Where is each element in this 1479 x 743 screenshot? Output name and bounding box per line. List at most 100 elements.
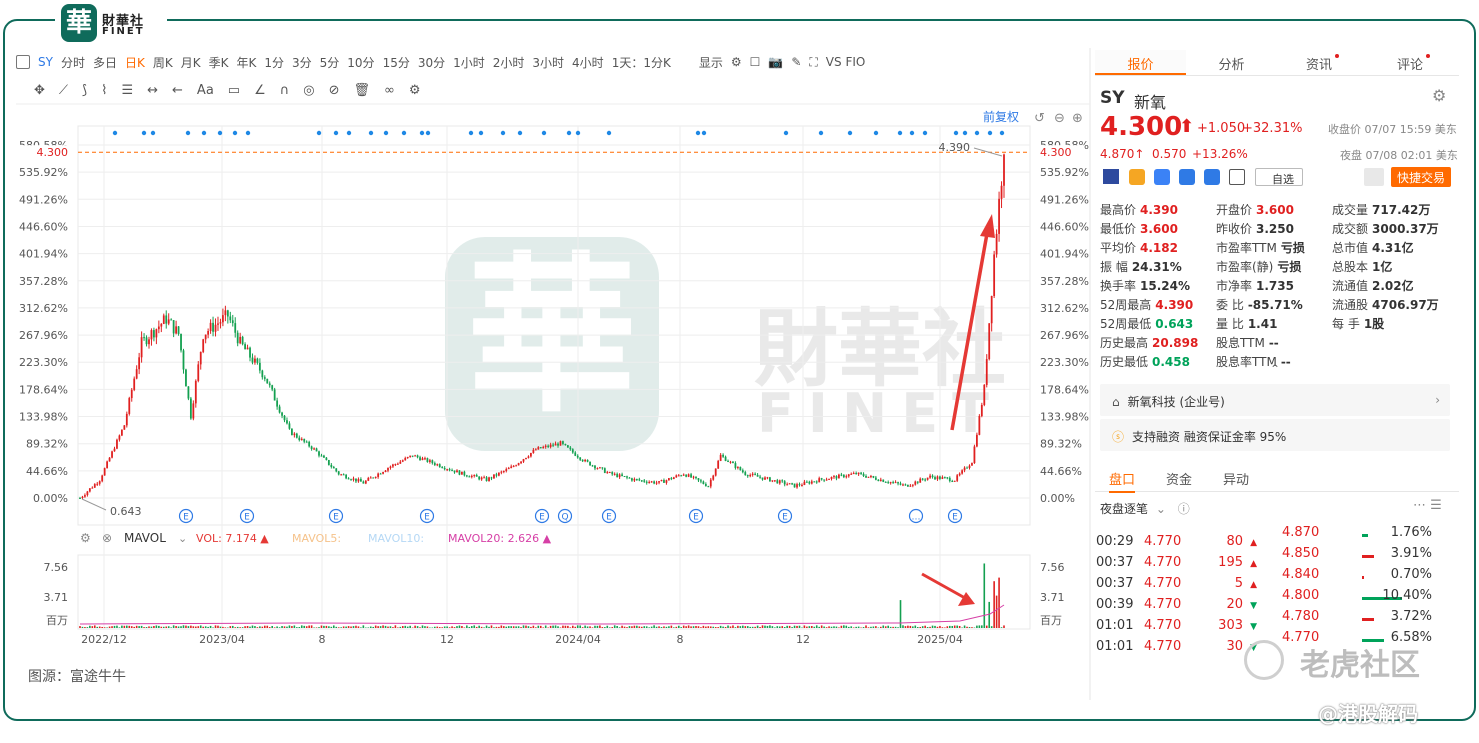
timeframe-5[interactable]: 季K (209, 56, 229, 70)
quick-trade-button[interactable]: 快捷交易 (1391, 167, 1451, 187)
event-dot[interactable] (232, 130, 238, 136)
day-setting-select[interactable]: 1天：1分K (612, 54, 671, 71)
event-dot[interactable] (974, 130, 980, 136)
quote-tab-3[interactable]: 评论 (1368, 50, 1459, 75)
eye-icon[interactable]: ◎ (303, 83, 314, 98)
toolbar-symbol[interactable]: SY (38, 55, 53, 69)
event-dot[interactable] (401, 130, 407, 136)
timeframe-4[interactable]: 月K (181, 56, 201, 70)
trades-header[interactable]: 夜盘逐笔 ⌄ ⓘ (1100, 500, 1190, 517)
adjust-price-toggle[interactable]: 前复权 (983, 109, 1019, 124)
line-tool-icon[interactable]: ⟋ (59, 83, 68, 98)
order-tab-2[interactable]: 异动 (1223, 469, 1249, 488)
quote-tab-1[interactable]: 分析 (1186, 50, 1277, 75)
indicator-settings-icon[interactable]: ⚙ (80, 531, 91, 545)
link-icon[interactable]: ∞ (384, 83, 395, 98)
pen-icon[interactable]: ✎ (791, 55, 801, 69)
zoom-out-icon[interactable]: ⊖ (1054, 111, 1065, 126)
trend-icon[interactable] (1129, 169, 1145, 185)
settings-icon[interactable]: ⚙ (731, 55, 742, 69)
sidebar-toggle-icon[interactable] (16, 55, 30, 69)
display-menu[interactable]: 显示 (699, 54, 723, 71)
event-dot[interactable] (425, 130, 431, 136)
event-dot[interactable] (468, 130, 474, 136)
info-icon[interactable]: ⓘ (1178, 502, 1190, 516)
event-dot[interactable] (541, 130, 547, 136)
order-tab-0[interactable]: 盘口 (1109, 469, 1136, 493)
event-dot[interactable] (909, 130, 915, 136)
compare-button[interactable]: VS FIO (826, 55, 866, 69)
timeframe-11[interactable]: 15分 (383, 56, 410, 70)
event-dot[interactable] (346, 130, 352, 136)
timeframe-2[interactable]: 日K (125, 56, 145, 70)
event-dot[interactable] (897, 130, 903, 136)
more-icon[interactable]: ⋯ ☰ (1413, 498, 1442, 513)
timeframe-6[interactable]: 年K (236, 56, 256, 70)
timeframe-8[interactable]: 3分 (292, 56, 312, 70)
indicator-close-icon[interactable]: ⊗ (102, 531, 112, 545)
timeframe-1[interactable]: 多日 (93, 56, 117, 70)
event-dot[interactable] (217, 130, 223, 136)
arrow-tool-icon[interactable]: ← (172, 83, 183, 98)
wave-tool-icon[interactable]: ⌇ (101, 83, 107, 98)
order-tab-1[interactable]: 资金 (1166, 469, 1192, 488)
event-dot[interactable] (500, 130, 506, 136)
watchlist-button[interactable]: 自选 (1255, 168, 1303, 186)
24h-icon[interactable] (1154, 169, 1170, 185)
note-icon[interactable] (1229, 169, 1245, 185)
quote-settings-icon[interactable]: ⚙ (1432, 86, 1446, 105)
s-icon[interactable] (1179, 169, 1195, 185)
event-dot[interactable] (316, 130, 322, 136)
event-dot[interactable] (478, 130, 484, 136)
event-dot[interactable] (847, 130, 853, 136)
fullscreen-icon[interactable]: ⛶ (809, 55, 817, 70)
timeframe-10[interactable]: 10分 (347, 56, 374, 70)
range-tool-icon[interactable]: ↔ (147, 83, 158, 98)
timeframe-12[interactable]: 30分 (418, 56, 445, 70)
text-tool-icon[interactable]: Aa (197, 83, 214, 98)
reset-icon[interactable]: ↺ (1034, 111, 1045, 126)
event-dot[interactable] (783, 130, 789, 136)
event-dot[interactable] (962, 130, 968, 136)
event-dot[interactable] (419, 130, 425, 136)
magnet-icon[interactable]: ∩ (280, 83, 290, 98)
timeframe-16[interactable]: 4小时 (572, 56, 604, 70)
event-dot[interactable] (112, 130, 118, 136)
event-dot[interactable] (606, 130, 612, 136)
timeframe-9[interactable]: 5分 (320, 56, 340, 70)
event-dot[interactable] (201, 130, 207, 136)
comment-tool-icon[interactable]: ▭ (228, 83, 240, 98)
event-dot[interactable] (383, 130, 389, 136)
company-profile-link[interactable]: ⌂ 新氧科技 (企业号) › (1100, 384, 1450, 416)
move-icon[interactable]: ✥ (34, 83, 45, 98)
collapse-icon[interactable]: ⌃ (1270, 362, 1280, 376)
quote-tab-2[interactable]: 资讯 (1277, 50, 1368, 75)
tag-icon[interactable] (1204, 169, 1220, 185)
drawing-settings-icon[interactable]: ⚙ (409, 83, 421, 98)
hide-icon[interactable]: ⊘ (329, 83, 340, 98)
event-dot[interactable] (701, 130, 707, 136)
event-dot[interactable] (818, 130, 824, 136)
event-dot[interactable] (185, 130, 191, 136)
path-tool-icon[interactable]: ⟆ (82, 83, 87, 98)
event-dot[interactable] (873, 130, 879, 136)
camera-icon[interactable]: 📷 (768, 55, 783, 69)
event-dot[interactable] (141, 130, 147, 136)
event-dot[interactable] (922, 130, 928, 136)
event-dot[interactable] (245, 130, 251, 136)
trash-icon[interactable]: 🗑 (354, 83, 371, 98)
event-dot[interactable] (566, 130, 572, 136)
event-dot[interactable] (333, 130, 339, 136)
timeframe-15[interactable]: 3小时 (532, 56, 564, 70)
timeframe-13[interactable]: 1小时 (453, 56, 485, 70)
timeframe-14[interactable]: 2小时 (493, 56, 525, 70)
event-dot[interactable] (517, 130, 523, 136)
ruler-icon[interactable]: ∠ (254, 83, 266, 98)
event-dot[interactable] (953, 130, 959, 136)
timeframe-3[interactable]: 周K (153, 56, 173, 70)
event-dot[interactable] (150, 130, 156, 136)
indicator-chevron-icon[interactable]: ⌄ (178, 532, 187, 545)
indicator-name[interactable]: MAVOL (124, 531, 166, 545)
timeframe-0[interactable]: 分时 (61, 56, 85, 70)
event-dot[interactable] (987, 130, 993, 136)
